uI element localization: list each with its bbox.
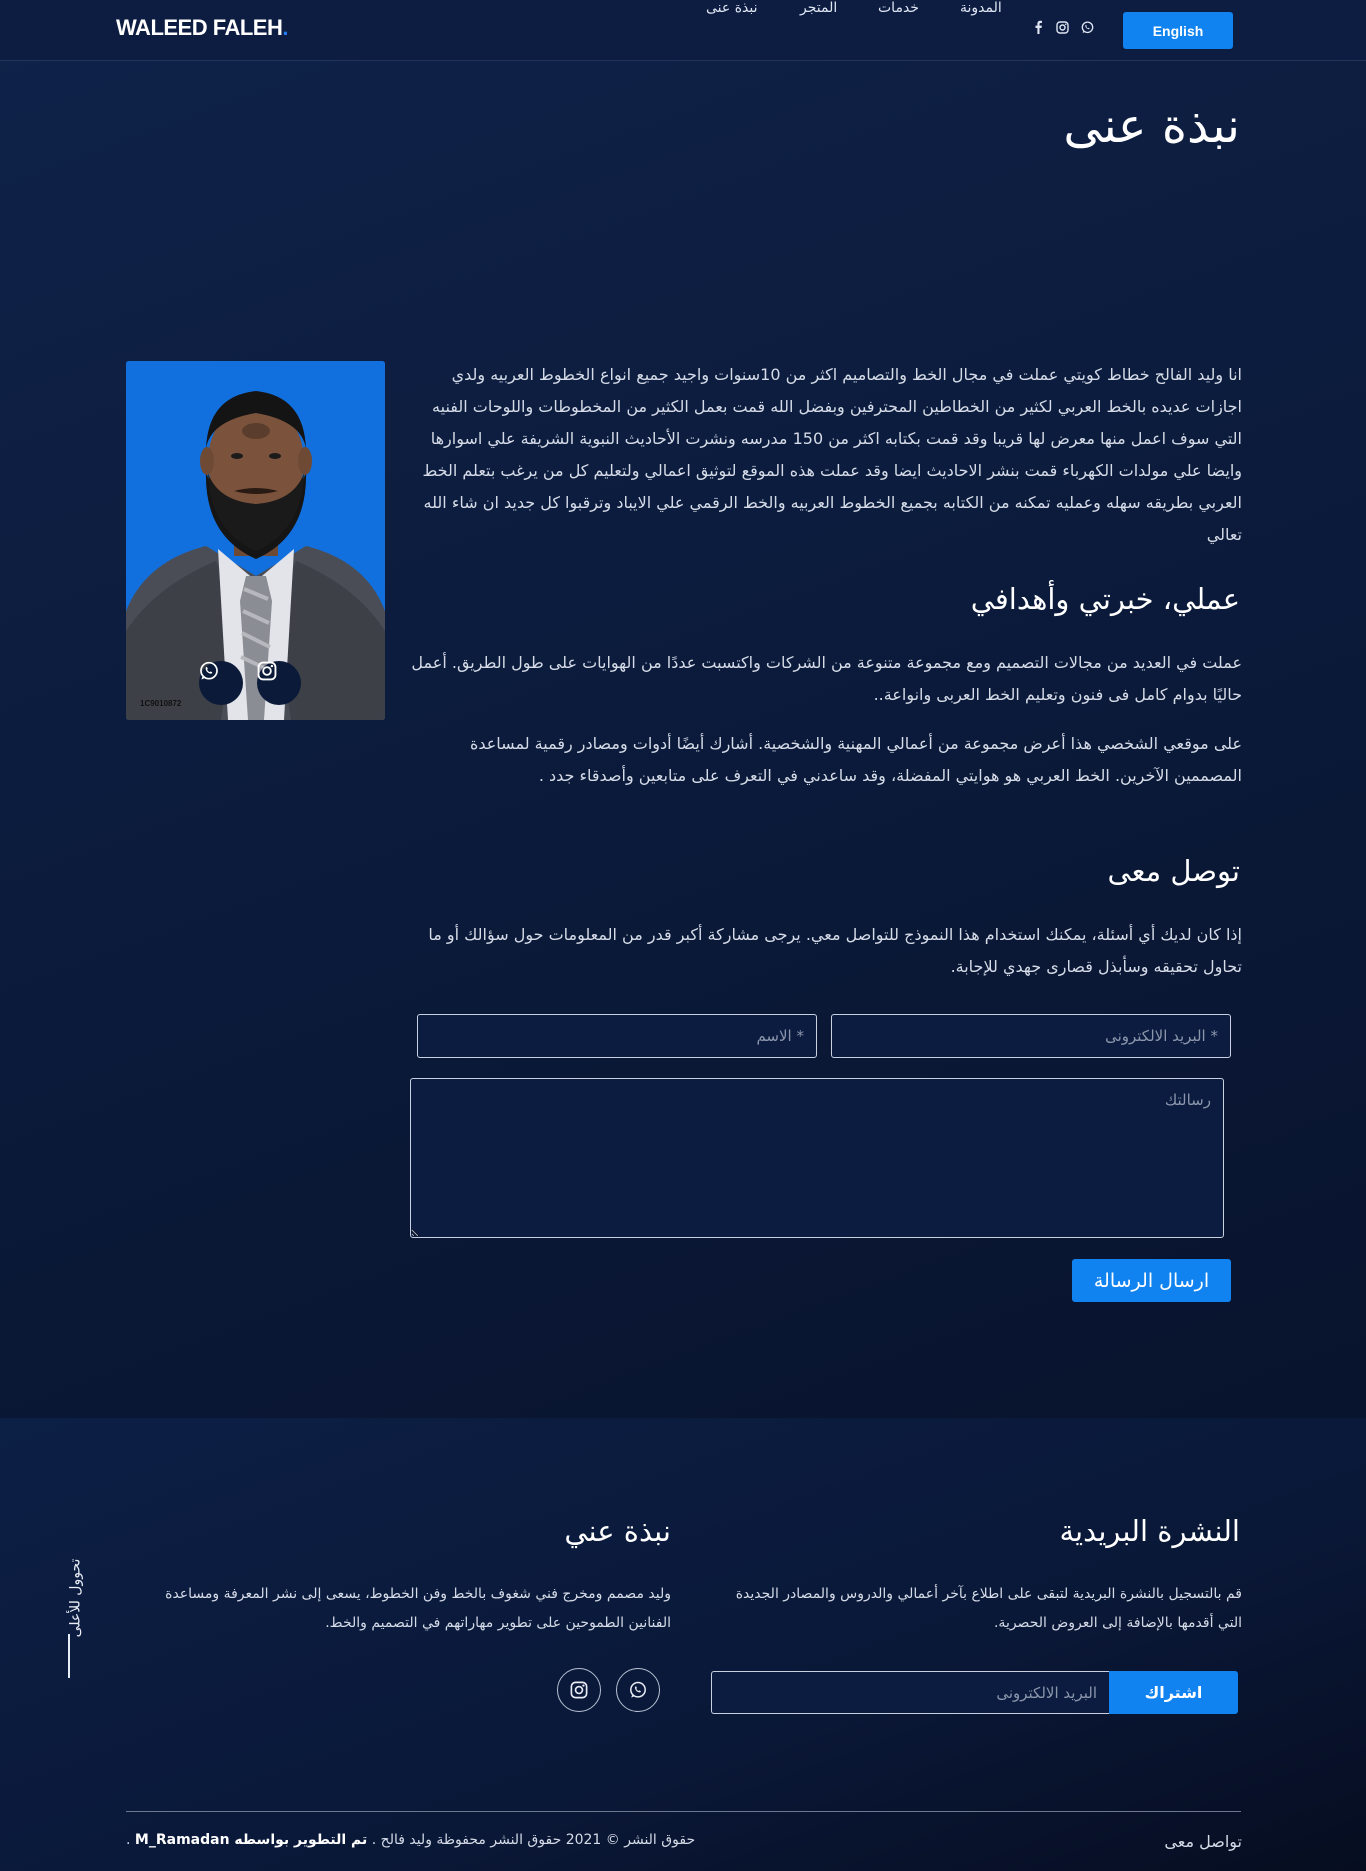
copyright-prefix: حقوق النشر © 2021 حقوق النشر محفوظة وليد… bbox=[371, 1832, 696, 1848]
nav-item-blog[interactable]: المدونة bbox=[960, 0, 1002, 16]
goals-paragraph-1: عملت في العديد من مجالات التصميم ومع مجم… bbox=[411, 653, 1242, 704]
whatsapp-icon bbox=[630, 1681, 646, 1698]
site-logo[interactable]: WALEED FALEH. bbox=[116, 15, 288, 41]
instagram-icon bbox=[570, 1681, 588, 1699]
instagram-icon[interactable] bbox=[1054, 19, 1070, 35]
instagram-icon bbox=[257, 661, 277, 681]
newsletter-text: قم بالتسجيل بالنشرة البريدية لتبقى على ا… bbox=[735, 1586, 1242, 1631]
top-navbar: WALEED FALEH. نبذة عنى المتجر خدمات المد… bbox=[0, 0, 1366, 61]
footer-instagram-button[interactable] bbox=[557, 1668, 601, 1712]
profile-instagram-button[interactable] bbox=[257, 661, 301, 705]
photo-id-text: 1C9010872 bbox=[140, 699, 182, 708]
message-field[interactable] bbox=[410, 1078, 1224, 1238]
footer bbox=[0, 1418, 1366, 1871]
footer-about-title: نبذة عني bbox=[564, 1514, 671, 1548]
send-message-button[interactable]: ارسال الرسالة bbox=[1072, 1259, 1231, 1302]
copyright-suffix: . bbox=[126, 1832, 131, 1848]
scroll-to-top-link[interactable]: تحوول للأعلى bbox=[60, 1558, 90, 1638]
scroll-to-top-label: تحوول للأعلى bbox=[67, 1558, 84, 1638]
footer-about-text: وليد مصمم ومخرج فني شغوف بالخط وفن الخطو… bbox=[165, 1586, 671, 1631]
page-title: نبذة عنى bbox=[1063, 98, 1240, 154]
developer-credit[interactable]: تم التطوير بواسطه M_Ramadan bbox=[135, 1832, 367, 1848]
profile-whatsapp-button[interactable] bbox=[199, 661, 243, 705]
whatsapp-icon[interactable] bbox=[1079, 19, 1095, 35]
goals-paragraph-2: على موقعي الشخصي هذا أعرض مجموعة من أعما… bbox=[469, 734, 1242, 785]
language-english-button[interactable]: English bbox=[1123, 12, 1233, 49]
nav-item-store[interactable]: المتجر bbox=[800, 0, 837, 16]
contact-title: توصل معى bbox=[1107, 854, 1240, 888]
contact-text: إذا كان لديك أي أسئلة، يمكنك استخدام هذا… bbox=[428, 925, 1242, 976]
profile-photo: 1C9010872 bbox=[126, 361, 385, 720]
contact-link[interactable]: تواصل معى bbox=[1164, 1832, 1242, 1851]
copyright-text: حقوق النشر © 2021 حقوق النشر محفوظة وليد… bbox=[126, 1832, 695, 1848]
newsletter-email-input[interactable] bbox=[711, 1671, 1109, 1714]
scroll-to-top-line bbox=[68, 1634, 70, 1678]
footer-whatsapp-button[interactable] bbox=[616, 1668, 660, 1712]
email-field[interactable] bbox=[831, 1014, 1231, 1058]
facebook-icon[interactable] bbox=[1030, 19, 1046, 35]
name-field[interactable] bbox=[417, 1014, 817, 1058]
newsletter-title: النشرة البريدية bbox=[1059, 1514, 1241, 1548]
nav-item-services[interactable]: خدمات bbox=[878, 0, 919, 16]
footer-divider bbox=[126, 1811, 1241, 1812]
portrait-image bbox=[126, 361, 385, 720]
whatsapp-icon bbox=[200, 661, 218, 680]
page: WALEED FALEH. نبذة عنى المتجر خدمات المد… bbox=[0, 0, 1366, 1871]
nav-item-about[interactable]: نبذة عنى bbox=[706, 0, 758, 16]
goals-title: عملي، خبرتي وأهدافي bbox=[970, 582, 1240, 616]
about-intro: انا وليد الفالح خطاط كويتي عملت في مجال … bbox=[422, 365, 1242, 544]
subscribe-button[interactable]: اشتراك bbox=[1109, 1671, 1238, 1714]
